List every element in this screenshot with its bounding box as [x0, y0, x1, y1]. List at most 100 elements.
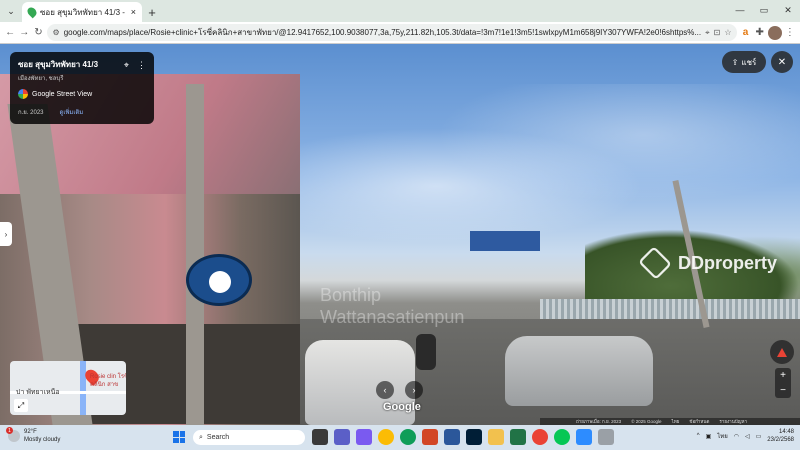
search-icon: ⌕	[199, 433, 203, 441]
bookmark-star-icon[interactable]: ☆	[724, 28, 731, 37]
map-label-place: Rosie clin โรซี่คลินิก สาข	[90, 374, 126, 388]
motorbike	[416, 334, 436, 370]
line-app-icon[interactable]	[554, 429, 570, 445]
misc-app-icon[interactable]	[598, 429, 614, 445]
notification-badge: 1	[6, 427, 13, 434]
browser-window: ⌄ ซอย สุขุมวิทพัทยา 41/3 - Google × + — …	[0, 0, 800, 450]
weather-widget[interactable]: 1 92°F Mostly cloudy	[6, 427, 61, 444]
date-row: ก.ย. 2023 ดูเพิ่มเติม	[18, 107, 146, 117]
minimize-button[interactable]: —	[728, 0, 752, 20]
tab-active[interactable]: ซอย สุขุมวิทพัทยา 41/3 - Google ×	[22, 2, 142, 22]
watermark-text: Bonthip Wattanasatienpun	[320, 285, 465, 327]
cloud-icon: 1	[6, 427, 20, 442]
chrome-app-icon[interactable]	[378, 429, 394, 445]
language-link[interactable]: ไทย	[672, 418, 680, 425]
nav-next-arrow[interactable]: ›	[405, 381, 423, 399]
side-panel-toggle[interactable]: ›	[0, 222, 12, 246]
language-indicator[interactable]: ไทย	[717, 431, 728, 441]
tray-app-icon[interactable]: ▣	[706, 433, 712, 440]
teams-app-icon[interactable]	[334, 429, 350, 445]
report-link[interactable]: รายงานปัญหา	[719, 418, 747, 425]
excel-app-icon[interactable]	[510, 429, 526, 445]
new-tab-button[interactable]: +	[142, 2, 162, 22]
utility-pole-mid	[186, 84, 204, 425]
volume-icon[interactable]: ◁	[745, 433, 750, 440]
photoshop-app-icon[interactable]	[466, 429, 482, 445]
share-button[interactable]: ⇪ แชร์	[722, 51, 766, 73]
capture-date: ก.ย. 2023	[18, 110, 44, 116]
reload-button[interactable]: ↻	[32, 24, 44, 42]
url-text[interactable]: google.com/maps/place/Rosie+clinic+โรซี่…	[64, 26, 701, 39]
ddproperty-logo-icon	[638, 246, 672, 280]
zoom-out-button[interactable]: −	[780, 385, 786, 396]
attribution-bar: ถ่ายภาพเมื่อ: ก.ย. 2023 © 2025 Google ไท…	[540, 418, 800, 425]
card-actions: ⌖ ⋮	[124, 60, 146, 71]
nav-prev-arrow[interactable]: ‹	[376, 381, 394, 399]
forward-button[interactable]: →	[18, 24, 30, 42]
browser-menu-icon[interactable]: ⋮	[784, 24, 796, 42]
place-subtitle: เมืองพัทยา, ชลบุรี	[18, 76, 64, 82]
edge-app-icon[interactable]	[400, 429, 416, 445]
install-app-icon[interactable]: ⊡	[714, 28, 721, 37]
compass-button[interactable]	[770, 340, 794, 364]
soi-sign	[186, 254, 252, 306]
address-bar[interactable]: ⚙ google.com/maps/place/Rosie+clinic+โรซ…	[46, 24, 738, 41]
start-button[interactable]	[173, 431, 185, 443]
share-icon: ⇪	[731, 57, 739, 67]
see-more-link[interactable]: ดูเพิ่มเติม	[60, 107, 84, 117]
capture-date-attrib: ถ่ายภาพเมื่อ: ก.ย. 2023	[576, 419, 622, 424]
map-pin-icon[interactable]: ⌖	[124, 60, 129, 71]
zoom-app-icon[interactable]	[576, 429, 592, 445]
zoom-in-button[interactable]: +	[780, 370, 786, 381]
tab-search-button[interactable]: ⌄	[0, 0, 22, 22]
window-controls: — ▭ ✕	[728, 0, 800, 20]
weather-temp: 92°F	[24, 429, 37, 435]
more-options-icon[interactable]: ⋮	[137, 60, 146, 71]
pinned-apps	[312, 429, 614, 445]
location-icon[interactable]: ⌖	[705, 28, 710, 38]
ddproperty-watermark: DDproperty	[638, 246, 777, 280]
roadside-fence	[540, 299, 800, 319]
mini-map[interactable]: ปา พัทยาเหนือ Rosie clin โรซี่คลินิก สาข…	[10, 361, 126, 415]
weather-desc: Mostly cloudy	[24, 437, 61, 443]
word-app-icon[interactable]	[444, 429, 460, 445]
street-view-source: Google Street View	[18, 89, 146, 99]
restore-button[interactable]: ▭	[752, 0, 776, 20]
navigation-bar: ← → ↻ ⚙ google.com/maps/place/Rosie+clin…	[0, 22, 800, 44]
google-watermark: Google	[383, 401, 421, 413]
tray-chevron-icon[interactable]: ^	[697, 433, 700, 439]
place-info-card: ซอย สุขุมวิทพัทยา 41/3 เมืองพัทยา, ชลบุร…	[10, 52, 154, 124]
taskbar-search[interactable]: ⌕ Search	[193, 430, 305, 445]
map-road	[80, 361, 86, 415]
copilot-app-icon[interactable]	[356, 429, 372, 445]
amazon-extension-icon[interactable]: a	[739, 24, 751, 42]
extensions-puzzle-icon[interactable]: ✚	[754, 24, 766, 42]
tab-close-button[interactable]: ×	[131, 7, 136, 17]
google-logo-icon	[18, 89, 28, 99]
expand-map-button[interactable]: ⤢	[14, 399, 28, 412]
wifi-icon[interactable]: ◠	[734, 433, 739, 440]
clock[interactable]: 14:48 23/2/2568	[767, 428, 794, 444]
clock-date: 23/2/2568	[767, 437, 794, 443]
compass-needle-icon	[777, 347, 787, 357]
file-explorer-app-icon[interactable]	[312, 429, 328, 445]
powerpoint-app-icon[interactable]	[422, 429, 438, 445]
close-street-view-button[interactable]: ✕	[771, 51, 793, 73]
folder-app-icon[interactable]	[488, 429, 504, 445]
windows-taskbar: 1 92°F Mostly cloudy ⌕ Search ^ ▣ ไทย ◠ …	[0, 425, 800, 450]
billboard	[470, 231, 540, 251]
system-tray: ^ ▣ ไทย ◠ ◁ ▭ 14:48 23/2/2568	[697, 428, 794, 444]
clock-time: 14:48	[778, 429, 794, 435]
zoom-controls: + −	[775, 368, 791, 398]
battery-icon[interactable]: ▭	[756, 433, 762, 440]
profile-avatar[interactable]	[767, 24, 782, 42]
silver-car	[505, 336, 653, 406]
maps-pin-icon	[25, 5, 39, 19]
back-button[interactable]: ←	[4, 24, 16, 42]
copyright: © 2025 Google	[631, 419, 662, 424]
close-window-button[interactable]: ✕	[776, 0, 800, 20]
tab-bar: ⌄ ซอย สุขุมวิทพัทยา 41/3 - Google × + — …	[0, 0, 800, 22]
chrome-profile-app-icon[interactable]	[532, 429, 548, 445]
terms-link[interactable]: ข้อกำหนด	[689, 418, 709, 425]
site-info-icon[interactable]: ⚙	[53, 28, 60, 37]
